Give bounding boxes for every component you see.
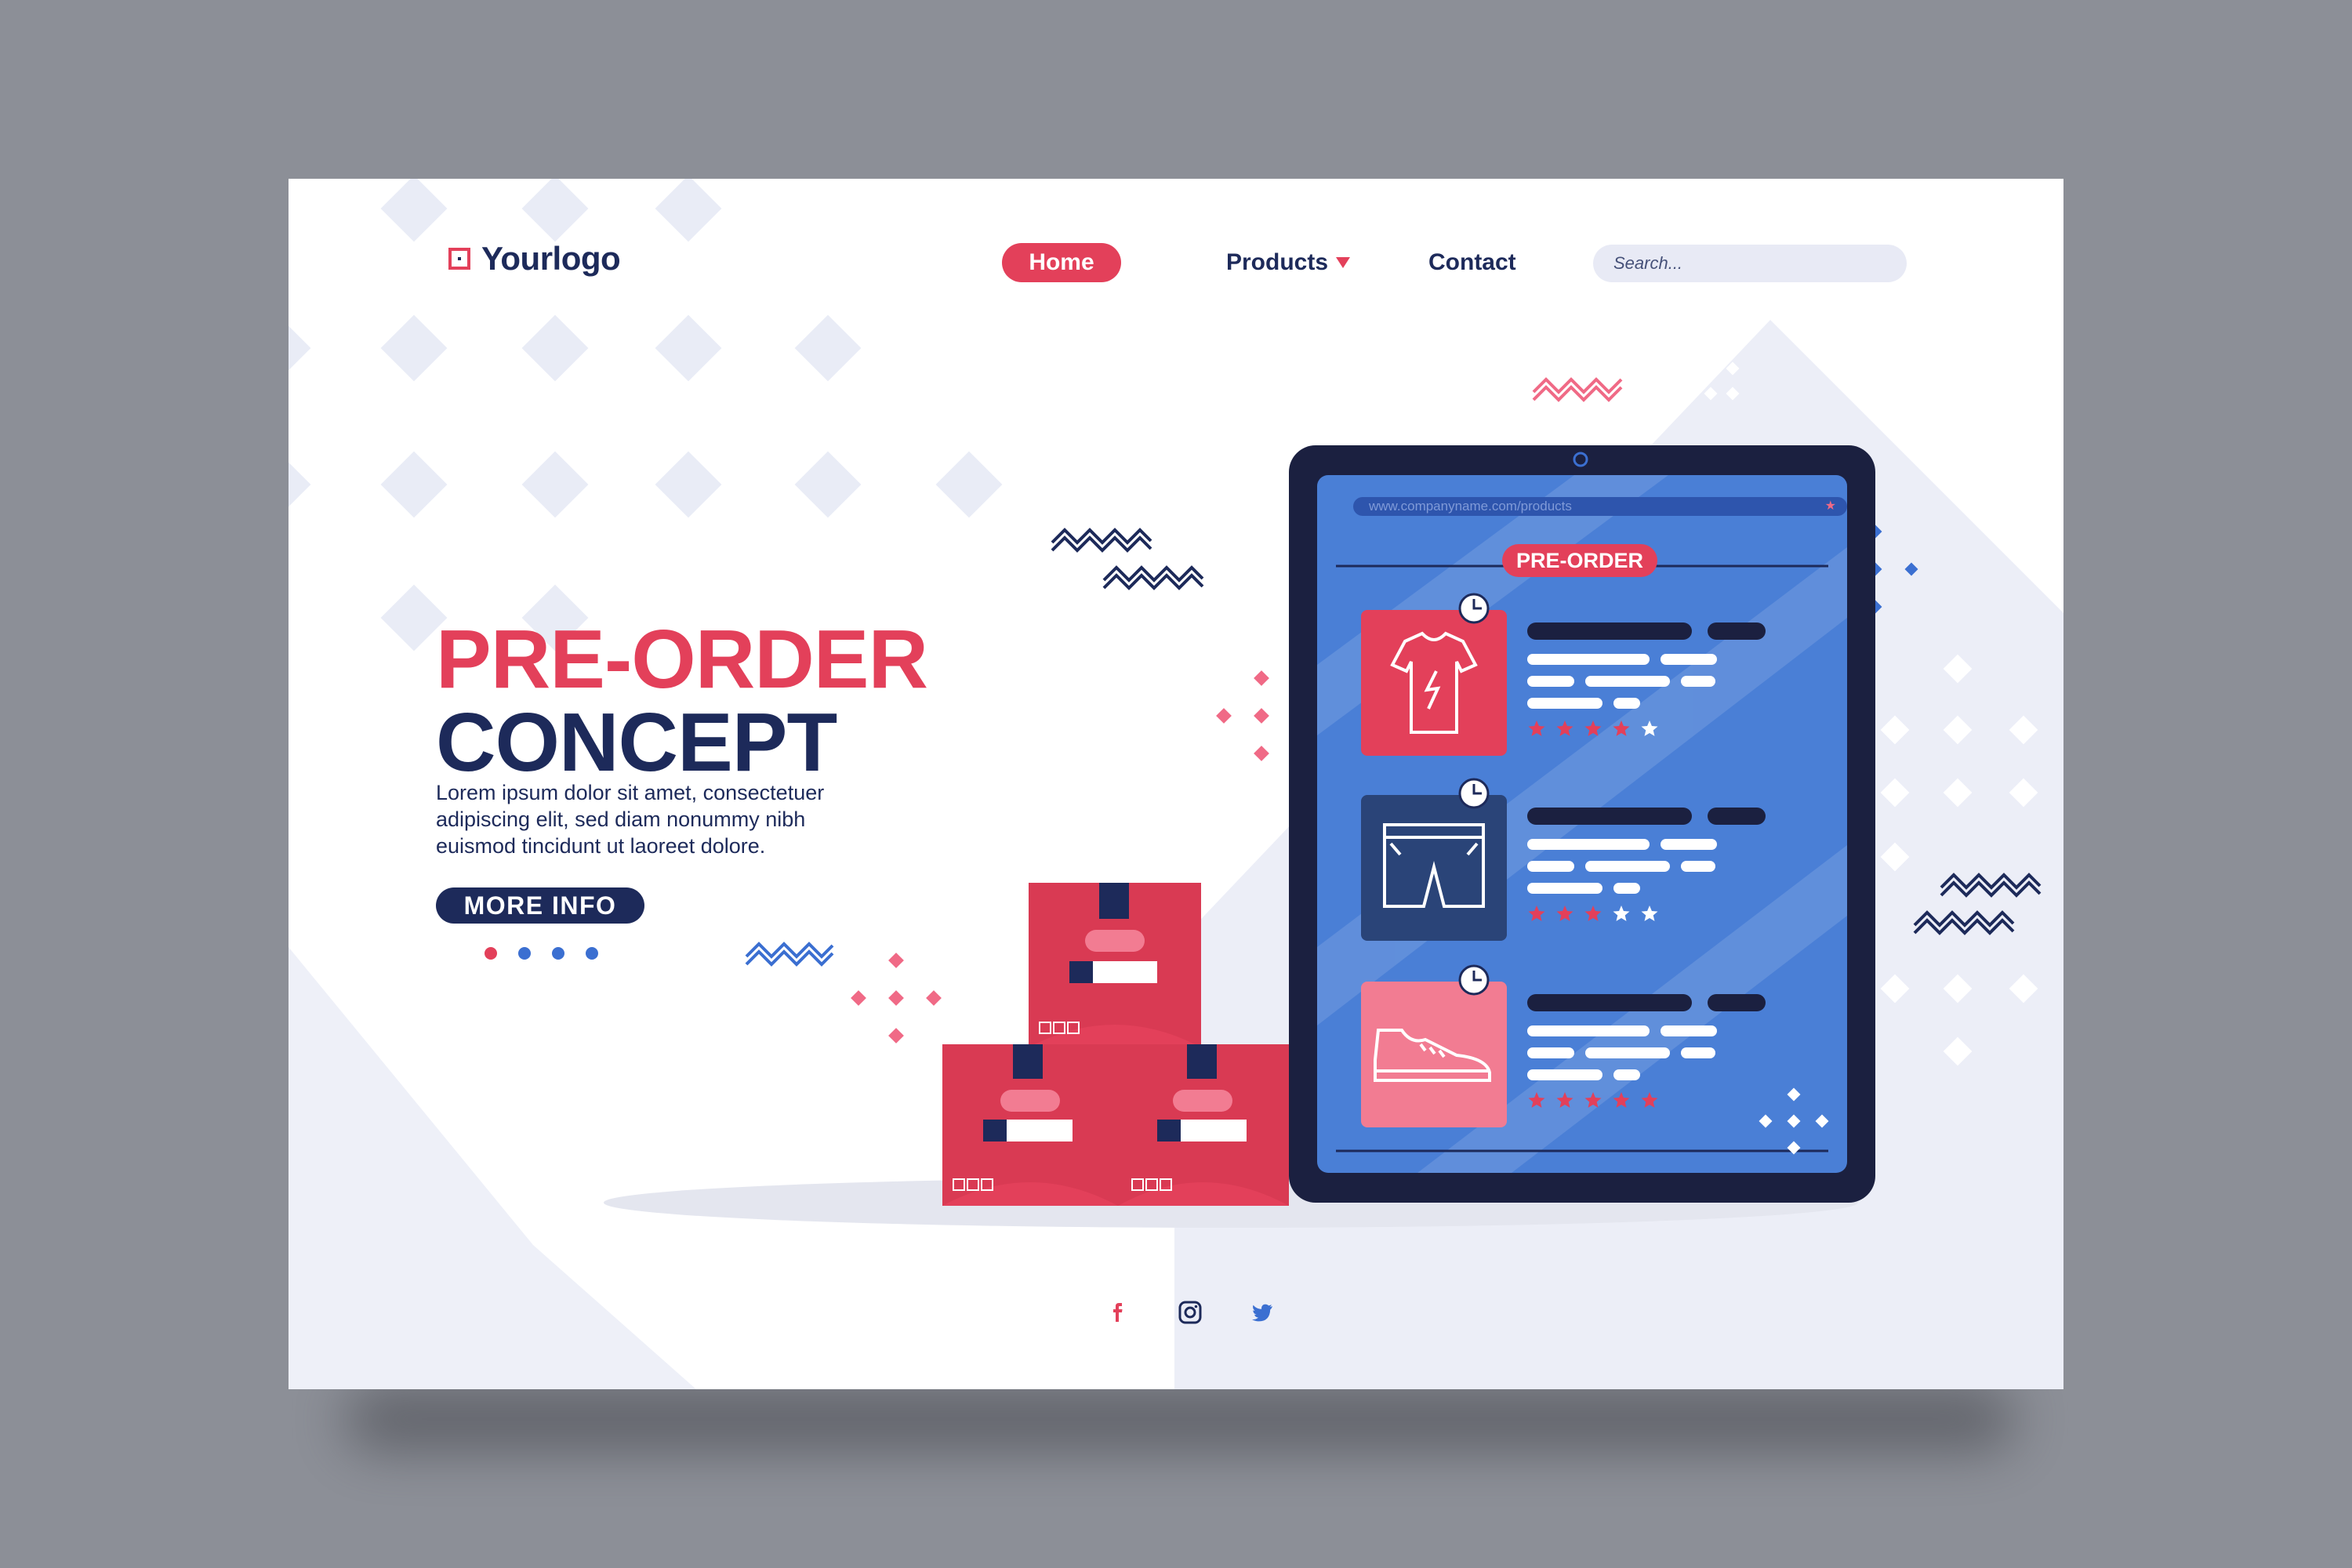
brand-logo[interactable]: Yourlogo	[448, 240, 621, 278]
search-bar[interactable]	[1593, 245, 1907, 282]
tablet-preorder-badge: PRE-ORDER	[1502, 544, 1657, 577]
carousel-dots	[485, 947, 598, 960]
nav-contact-link[interactable]: Contact	[1428, 245, 1516, 281]
carousel-dot-1[interactable]	[485, 947, 497, 960]
carousel-dot-4[interactable]	[586, 947, 598, 960]
hero-title-line2: CONCEPT	[436, 696, 837, 789]
landing-page-card: Yourlogo Home Products Contact PRE-ORDER…	[289, 179, 2063, 1389]
card-shadow	[345, 1388, 2015, 1450]
background-diamonds	[289, 179, 1003, 652]
nav-products-menu[interactable]: Products	[1226, 245, 1351, 281]
instagram-icon[interactable]	[1174, 1297, 1206, 1328]
tablet-url-bar: www.companyname.com/products ★	[1353, 497, 1847, 516]
hero-title-line1: PRE-ORDER	[436, 613, 928, 706]
tablet-url-text: www.companyname.com/products	[1369, 499, 1572, 514]
nav-products-label: Products	[1226, 249, 1329, 275]
logo-icon	[448, 248, 470, 270]
nav-home-button[interactable]: Home	[1002, 243, 1121, 282]
carousel-dot-3[interactable]	[552, 947, 564, 960]
hero-description: Lorem ipsum dolor sit amet, consectetuer…	[436, 781, 825, 858]
bookmark-star-icon: ★	[1824, 499, 1836, 513]
facebook-icon[interactable]	[1104, 1297, 1135, 1328]
twitter-icon[interactable]	[1247, 1297, 1278, 1328]
logo-text: Yourlogo	[481, 240, 621, 277]
search-input[interactable]	[1612, 252, 1882, 274]
carousel-dot-2[interactable]	[518, 947, 531, 960]
caret-down-icon	[1336, 257, 1351, 268]
more-info-button[interactable]: MORE INFO	[436, 887, 644, 924]
